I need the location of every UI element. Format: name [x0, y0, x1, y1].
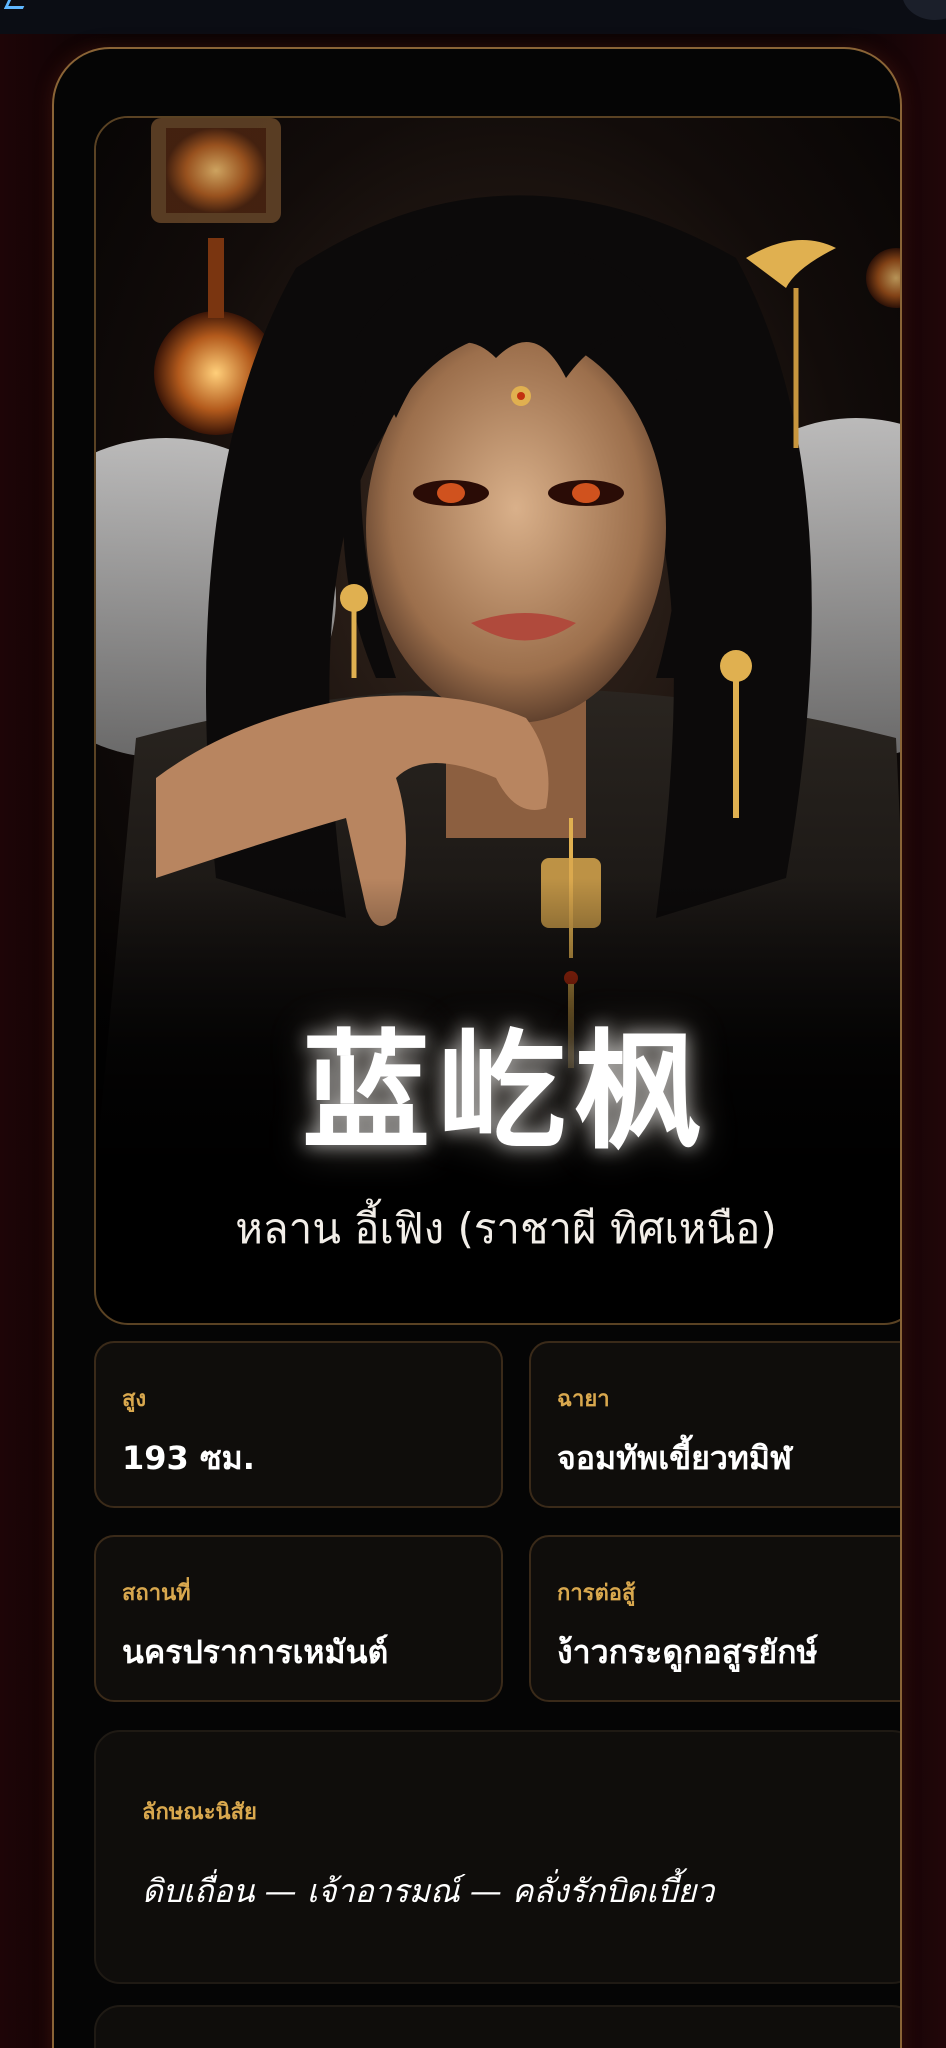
stat-value: จอมทัพเขี้ยวทมิฬ: [557, 1439, 792, 1477]
stat-label: สูง: [122, 1387, 147, 1412]
stat-label: สถานที่: [122, 1581, 191, 1606]
next-section-box: [94, 2005, 900, 2048]
stat-box-combat: การต่อสู้ ง้าวกระดูกอสูรยักษ์: [529, 1535, 900, 1702]
check-icon: [3, 0, 28, 9]
top-status-strip: [0, 0, 946, 34]
stat-value: นครปราการเหมันต์: [122, 1633, 389, 1671]
stat-value: ง้าวกระดูกอสูรยักษ์: [557, 1633, 818, 1671]
character-name-thai: หลาน อี้เฟิง (ราชาผี ทิศเหนือ): [235, 1204, 777, 1253]
character-card: 蓝屹枫 หลาน อี้เฟิง (ราชาผี ทิศเหนือ) สูง 1…: [52, 47, 902, 2048]
page: 蓝屹枫 หลาน อี้เฟิง (ราชาผี ทิศเหนือ) สูง 1…: [0, 0, 946, 2048]
stat-label: การต่อสู้: [557, 1581, 636, 1606]
stat-value: 193 ซม.: [122, 1439, 255, 1477]
personality-value: ดิบเถื่อน — เจ้าอารมณ์ — คลั่งรักบิดเบี้…: [142, 1872, 715, 1910]
stat-box-title: ฉายา จอมทัพเขี้ยวทมิฬ: [529, 1341, 900, 1508]
character-portrait: 蓝屹枫 หลาน อี้เฟิง (ราชาผี ทิศเหนือ): [94, 116, 900, 1325]
personality-label: ลักษณะนิสัย: [142, 1800, 257, 1825]
character-name-hanzi: 蓝屹枫: [301, 1017, 710, 1167]
stat-box-location: สถานที่ นครปราการเหมันต์: [94, 1535, 503, 1702]
stat-label: ฉายา: [557, 1387, 610, 1412]
stat-box-height: สูง 193 ซม.: [94, 1341, 503, 1508]
floating-bubble[interactable]: [902, 0, 946, 20]
personality-box: ลักษณะนิสัย ดิบเถื่อน — เจ้าอารมณ์ — คลั…: [94, 1730, 900, 1984]
